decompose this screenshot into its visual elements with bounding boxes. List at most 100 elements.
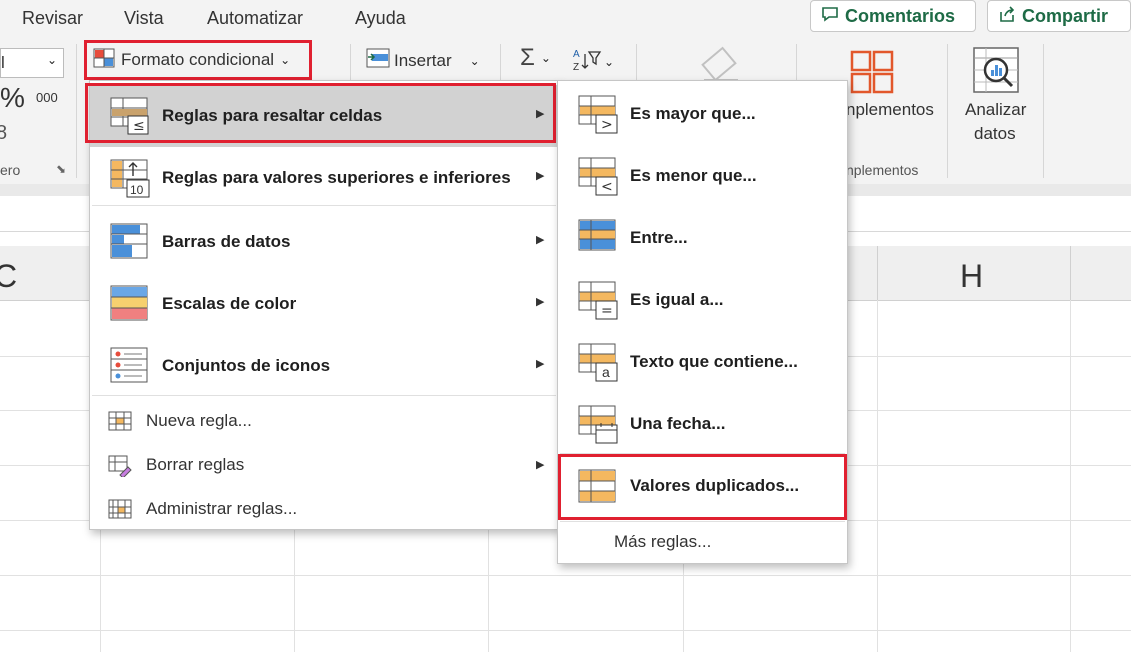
sort-filter-button[interactable]: A Z ⌄ [572, 46, 614, 77]
conditional-format-icon [93, 48, 115, 73]
submenu-item-between[interactable]: Entre... [558, 207, 847, 269]
submenu-arrow-icon: ▶ [536, 459, 545, 471]
insert-cells-icon [366, 48, 390, 73]
column-header-h[interactable]: H [960, 258, 983, 295]
svg-text:=: = [601, 303, 613, 319]
submenu-item-greater-than[interactable]: > Es mayor que... [558, 83, 847, 145]
svg-text:A: A [573, 49, 580, 60]
insert-label: Insertar [394, 50, 452, 70]
comment-icon [821, 6, 839, 27]
share-button[interactable]: Compartir [987, 0, 1131, 32]
highlight-rules-submenu: > Es mayor que... < Es menor que... Entr… [557, 80, 848, 564]
menu-item-label: Nueva regla... [146, 411, 252, 430]
highlight-annotation-box [85, 83, 556, 143]
tab-revisar[interactable]: Revisar [22, 8, 83, 29]
top-bottom-rules-icon: 10 [110, 158, 150, 198]
submenu-arrow-icon: ▶ [536, 296, 545, 308]
chevron-down-icon: ⌄ [280, 53, 291, 67]
share-icon [998, 5, 1016, 28]
cell-line [0, 575, 1131, 576]
group-separator [1043, 44, 1044, 178]
menu-item-clear-rules[interactable]: Borrar reglas ▶ [90, 443, 558, 487]
sort-filter-icon: A Z [572, 46, 602, 77]
menu-divider [92, 205, 556, 206]
date-icon [578, 404, 618, 444]
column-divider [1070, 246, 1071, 300]
menu-item-label: Barras de datos [162, 232, 291, 251]
analyze-data-label-2[interactable]: datos [974, 124, 1016, 144]
submenu-item-text-contains[interactable]: a Texto que contiene... [558, 331, 847, 393]
menu-item-top-bottom-rules[interactable]: 10 Reglas para valores superiores e infe… [90, 147, 558, 209]
svg-text:Z: Z [573, 62, 579, 72]
analyze-data-icon[interactable] [972, 46, 1020, 101]
number-format-dropdown[interactable]: l ⌄ [0, 48, 64, 78]
cell-line [0, 630, 1131, 631]
svg-text:a: a [602, 364, 610, 380]
column-divider [877, 246, 878, 300]
svg-text:>: > [601, 117, 613, 133]
chevron-down-icon: ⌄ [469, 53, 480, 68]
menu-divider [92, 395, 556, 396]
percent-style-button[interactable]: % [0, 82, 25, 114]
tab-vista[interactable]: Vista [124, 8, 164, 29]
menu-item-manage-rules[interactable]: Administrar reglas... [90, 487, 558, 531]
menu-item-label: Reglas para valores superiores e inferio… [162, 168, 511, 187]
tab-automatizar[interactable]: Automatizar [207, 8, 303, 29]
chevron-down-icon: ⌄ [47, 53, 58, 67]
menu-divider [560, 521, 845, 522]
group-separator [350, 44, 351, 84]
comments-button[interactable]: Comentarios [810, 0, 976, 32]
analyze-data-label-1[interactable]: Analizar [965, 100, 1026, 120]
chevron-down-icon: ⌄ [540, 51, 551, 65]
new-rule-icon [108, 409, 132, 433]
conditional-format-label: Formato condicional [121, 50, 275, 69]
menu-item-icon-sets[interactable]: Conjuntos de iconos ▶ [90, 335, 558, 397]
submenu-item-less-than[interactable]: < Es menor que... [558, 145, 847, 207]
menu-item-label: Escalas de color [162, 294, 297, 313]
addins-icon[interactable] [850, 50, 894, 99]
submenu-item-label: Una fecha... [630, 414, 726, 433]
menu-item-label: Conjuntos de iconos [162, 356, 331, 375]
insert-button[interactable]: Insertar ⌄ [366, 48, 480, 73]
data-bars-icon [110, 222, 150, 262]
dialog-launcher-icon[interactable]: ⬊ [56, 162, 66, 176]
icon-sets-icon [110, 346, 150, 386]
decimal-button[interactable]: 8 [0, 122, 7, 145]
menu-item-color-scales[interactable]: Escalas de color ▶ [90, 273, 558, 335]
between-icon [578, 218, 618, 258]
submenu-item-label: Es menor que... [630, 166, 757, 185]
submenu-item-equal-to[interactable]: = Es igual a... [558, 269, 847, 331]
submenu-item-label: Es mayor que... [630, 104, 756, 123]
menu-item-new-rule[interactable]: Nueva regla... [90, 399, 558, 443]
clear-rules-icon [108, 453, 132, 479]
submenu-item-more-rules[interactable]: Más reglas... [558, 523, 847, 561]
number-group-label: ero [0, 162, 21, 178]
group-separator [500, 44, 501, 84]
group-separator [947, 44, 948, 178]
conditional-format-menu: ≤ Reglas para resaltar celdas ▶ 10 Regla… [85, 80, 559, 531]
menu-item-data-bars[interactable]: Barras de datos ▶ [90, 211, 558, 273]
conditional-format-button[interactable]: Formato condicional ⌄ [84, 40, 312, 80]
thousands-separator-button[interactable]: 000 [36, 90, 58, 105]
autosum-button[interactable]: Σ ⌄ [520, 44, 551, 72]
tab-bar: Revisar Vista Automatizar Ayuda Comentar… [0, 0, 1131, 38]
submenu-item-label: Entre... [630, 228, 688, 247]
text-contains-icon: a [578, 342, 618, 382]
submenu-item-label: Más reglas... [614, 532, 712, 551]
greater-than-icon: > [578, 94, 618, 134]
column-header-c[interactable]: C [0, 258, 17, 295]
addins-group-label: nplementos [846, 162, 919, 178]
color-scales-icon [110, 284, 150, 324]
tab-ayuda[interactable]: Ayuda [355, 8, 406, 29]
cell-line [1070, 300, 1071, 652]
sigma-icon: Σ [520, 44, 535, 71]
cell-line [877, 300, 878, 652]
addins-label[interactable]: nplementos [846, 100, 934, 120]
menu-item-label: Administrar reglas... [146, 499, 298, 518]
submenu-item-label: Es igual a... [630, 290, 724, 309]
equal-icon: = [578, 280, 618, 320]
duplicate-values-annotation-box [558, 454, 847, 520]
comments-label: Comentarios [845, 5, 956, 26]
less-than-icon: < [578, 156, 618, 196]
submenu-item-a-date[interactable]: Una fecha... [558, 393, 847, 455]
